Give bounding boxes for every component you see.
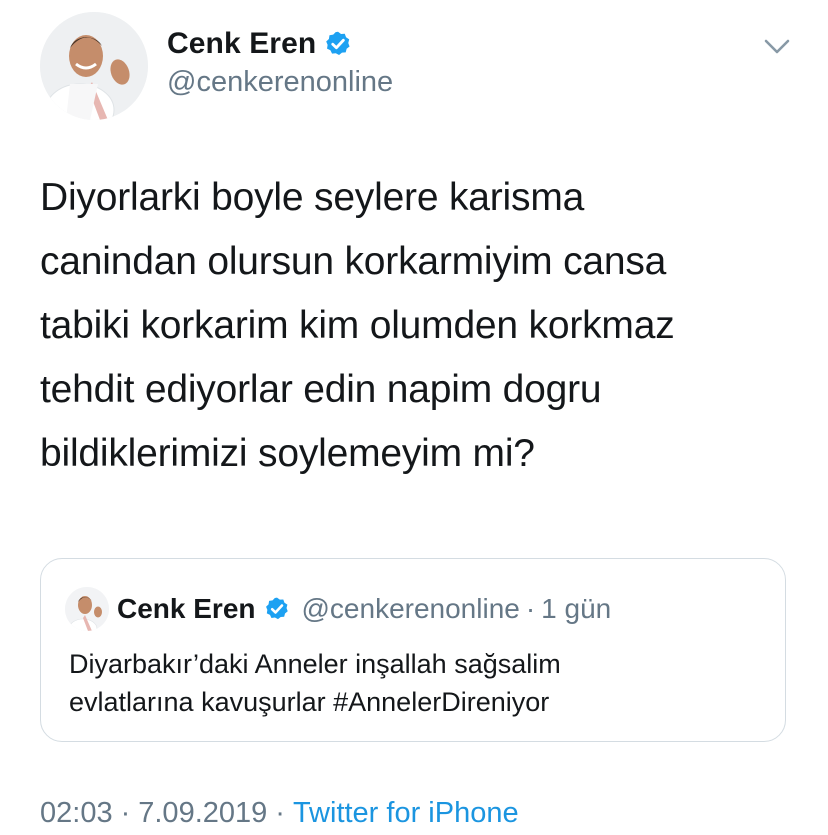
quoted-tweet-card[interactable]: Cenk Eren @cenkerenonline · 1 gün Diyarb… — [40, 558, 786, 742]
author-handle[interactable]: @cenkerenonline — [167, 66, 393, 99]
verified-badge-icon — [324, 30, 352, 58]
author-name-row: Cenk Eren — [167, 24, 352, 64]
author-display-name[interactable]: Cenk Eren — [167, 27, 316, 61]
tweet-detail: Cenk Eren @cenkerenonline Diyorlarki boy… — [0, 0, 828, 835]
tweet-meta: 02:03 · 7.09.2019 · Twitter for iPhone — [40, 792, 519, 834]
tweet-time: 02:03 — [40, 796, 113, 829]
tweet-source-link[interactable]: Twitter for iPhone — [293, 797, 519, 830]
quoted-handle: @cenkerenonline — [301, 593, 520, 624]
avatar-photo — [40, 12, 148, 120]
quoted-display-name: Cenk Eren — [117, 593, 256, 624]
meta-separator: · — [275, 796, 285, 829]
meta-separator: · — [120, 796, 131, 829]
quoted-tweet-text: Diyarbakır’daki Anneler inşallah sağsali… — [69, 649, 561, 717]
chevron-down-icon[interactable] — [760, 34, 794, 60]
quoted-time-ago: 1 gün — [541, 593, 612, 624]
tweet-date: 7.09.2019 — [138, 796, 268, 829]
quoted-avatar-photo — [65, 587, 109, 631]
quoted-avatar — [65, 587, 109, 631]
quoted-header: Cenk Eren @cenkerenonline · 1 gün — [117, 587, 611, 631]
tweet-text: Diyorlarki boyle seylere karisma caninda… — [40, 176, 675, 475]
verified-badge-icon — [264, 596, 290, 622]
quoted-separator: · — [525, 593, 536, 624]
avatar[interactable] — [40, 12, 148, 120]
